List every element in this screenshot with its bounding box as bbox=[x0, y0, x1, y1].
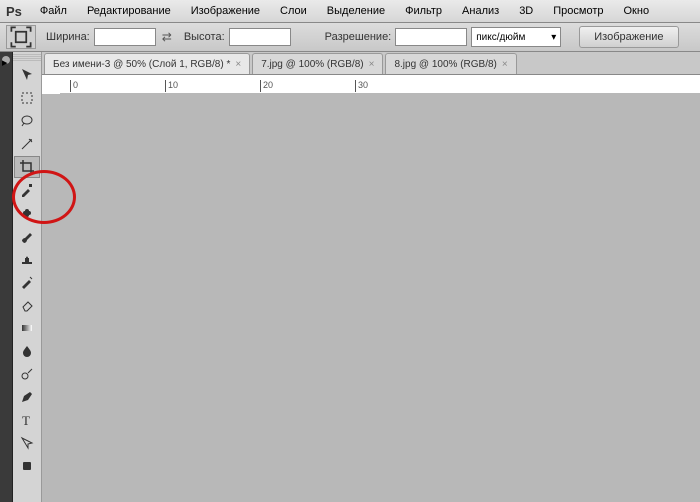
width-label: Ширина: bbox=[46, 31, 90, 43]
menu-analysis[interactable]: Анализ bbox=[452, 5, 509, 17]
resolution-label: Разрешение: bbox=[325, 31, 392, 43]
expand-icon[interactable]: ▸ bbox=[2, 56, 10, 64]
dodge-tool[interactable] bbox=[14, 363, 40, 385]
menu-3d[interactable]: 3D bbox=[509, 5, 543, 17]
eraser-tool[interactable] bbox=[14, 294, 40, 316]
history-brush-tool[interactable] bbox=[14, 271, 40, 293]
menu-window[interactable]: Окно bbox=[614, 5, 660, 17]
heal-tool[interactable] bbox=[14, 202, 40, 224]
resolution-input[interactable] bbox=[395, 28, 467, 46]
lasso-tool[interactable] bbox=[14, 110, 40, 132]
units-select[interactable]: пикс/дюйм▾ bbox=[471, 27, 561, 47]
stamp-tool[interactable] bbox=[14, 248, 40, 270]
menu-image[interactable]: Изображение bbox=[181, 5, 270, 17]
tab-document-3[interactable]: 8.jpg @ 100% (RGB/8)× bbox=[385, 53, 516, 74]
current-tool-icon[interactable] bbox=[6, 25, 36, 49]
swap-icon[interactable]: ⇄ bbox=[162, 30, 172, 44]
options-bar: Ширина: ⇄ Высота: Разрешение: пикс/дюйм▾… bbox=[0, 23, 700, 52]
menu-filter[interactable]: Фильтр bbox=[395, 5, 452, 17]
ruler-horizontal[interactable]: 0 10 20 30 bbox=[60, 75, 700, 94]
tab-document-1[interactable]: Без имени-3 @ 50% (Слой 1, RGB/8) *× bbox=[44, 53, 250, 74]
path-tool[interactable] bbox=[14, 432, 40, 454]
wand-tool[interactable] bbox=[14, 133, 40, 155]
canvas[interactable] bbox=[60, 93, 700, 94]
tab-document-2[interactable]: 7.jpg @ 100% (RGB/8)× bbox=[252, 53, 383, 74]
blur-tool[interactable] bbox=[14, 340, 40, 362]
type-tool[interactable]: T bbox=[14, 409, 40, 431]
menu-select[interactable]: Выделение bbox=[317, 5, 395, 17]
panel-strip: ▸ bbox=[0, 52, 13, 502]
brush-tool[interactable] bbox=[14, 225, 40, 247]
pen-tool[interactable] bbox=[14, 386, 40, 408]
marquee-tool[interactable] bbox=[14, 87, 40, 109]
width-input[interactable] bbox=[94, 28, 156, 46]
move-tool[interactable] bbox=[14, 64, 40, 86]
crop-tool[interactable] bbox=[14, 156, 40, 178]
menu-edit[interactable]: Редактирование bbox=[77, 5, 181, 17]
document-tabs: Без имени-3 @ 50% (Слой 1, RGB/8) *× 7.j… bbox=[42, 52, 700, 75]
height-input[interactable] bbox=[229, 28, 291, 46]
svg-text:T: T bbox=[22, 413, 30, 428]
eyedropper-tool[interactable] bbox=[14, 179, 40, 201]
height-label: Высота: bbox=[184, 31, 225, 43]
menubar: Ps Файл Редактирование Изображение Слои … bbox=[0, 0, 700, 23]
document-area: Без имени-3 @ 50% (Слой 1, RGB/8) *× 7.j… bbox=[42, 52, 700, 502]
gradient-tool[interactable] bbox=[14, 317, 40, 339]
menu-view[interactable]: Просмотр bbox=[543, 5, 613, 17]
menu-file[interactable]: Файл bbox=[30, 5, 77, 17]
ruler-vertical[interactable]: 5 0 5 0 5 0 5 0 bbox=[42, 93, 61, 94]
close-icon[interactable]: × bbox=[235, 59, 241, 70]
menu-layers[interactable]: Слои bbox=[270, 5, 317, 17]
close-icon[interactable]: × bbox=[502, 59, 508, 70]
ruler-origin[interactable] bbox=[42, 75, 61, 94]
close-icon[interactable]: × bbox=[369, 59, 375, 70]
image-button[interactable]: Изображение bbox=[579, 26, 678, 48]
app-logo: Ps bbox=[6, 4, 22, 19]
shape-tool[interactable] bbox=[14, 455, 40, 477]
toolbox: T bbox=[13, 52, 42, 502]
toolbox-grip[interactable] bbox=[13, 54, 41, 62]
